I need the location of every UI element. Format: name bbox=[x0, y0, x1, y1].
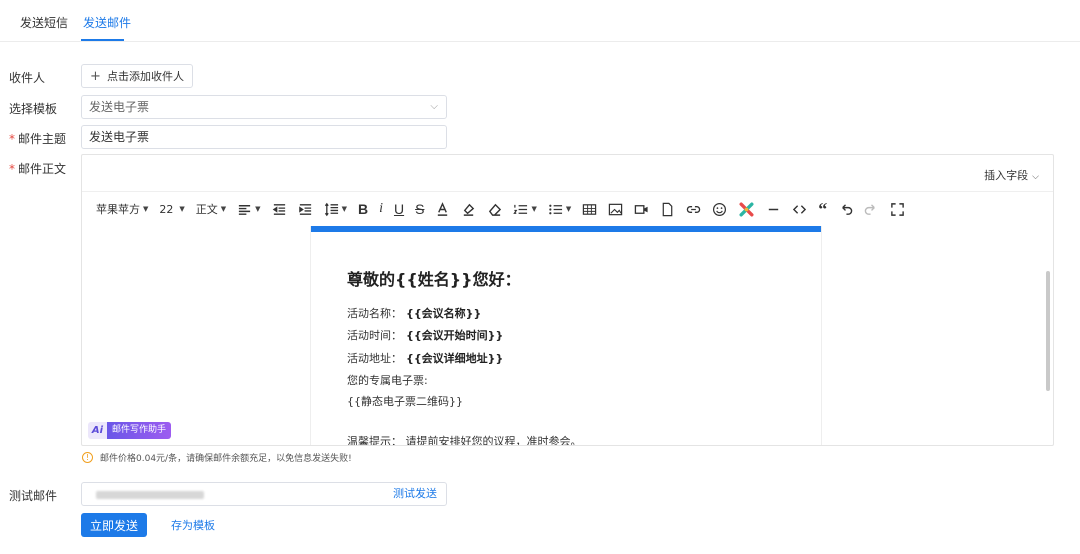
line-height-icon[interactable]: ▼ bbox=[324, 199, 347, 219]
rich-text-editor: 插入字段 ⌵ 苹果苹方 ▼ 22 ▼ 正文 ▼ ▼ ▼ B i U S ▼ ▼ “ 尊敬… bbox=[81, 154, 1054, 446]
email-document[interactable]: 尊敬的{{姓名}}您好： 活动名称： {{会议名称}} 活动时间： {{会议开始时间… bbox=[310, 226, 822, 446]
bullet-list-icon[interactable]: ▼ bbox=[548, 199, 571, 219]
document-header-bar bbox=[311, 226, 821, 232]
fullscreen-icon[interactable] bbox=[890, 199, 905, 219]
underline-icon[interactable]: U bbox=[394, 199, 404, 219]
subject-label: * 邮件主题 bbox=[9, 132, 67, 146]
event-name-row: 活动名称： {{会议名称}} bbox=[347, 307, 482, 320]
chevron-down-icon: ⌵ bbox=[1032, 172, 1039, 182]
eraser-icon[interactable] bbox=[487, 199, 502, 219]
required-mark: * bbox=[9, 162, 15, 176]
ordered-list-icon[interactable]: ▼ bbox=[513, 199, 537, 219]
test-email-label: 测试邮件 bbox=[9, 489, 58, 503]
tab-send-sms[interactable]: 发送短信 bbox=[20, 14, 68, 31]
reminder-text: 温馨提示： 请提前安排好您的议程，准时参会。 bbox=[347, 435, 582, 446]
template-label: 选择模板 bbox=[9, 102, 58, 116]
plugin-icon[interactable] bbox=[738, 199, 755, 219]
required-mark: * bbox=[9, 132, 15, 146]
info-icon: ! bbox=[82, 452, 93, 463]
add-recipient-label: 点击添加收件人 bbox=[106, 70, 184, 83]
editor-toolbar: 苹果苹方 ▼ 22 ▼ 正文 ▼ ▼ ▼ B i U S ▼ ▼ “ bbox=[96, 199, 916, 219]
test-email-input[interactable]: 测试发送 bbox=[81, 482, 447, 506]
subject-input-value: 发送电子票 bbox=[89, 130, 150, 144]
italic-icon[interactable]: i bbox=[379, 199, 383, 219]
chevron-down-icon: ⌵ bbox=[430, 101, 438, 112]
tab-bar: 发送短信 发送邮件 bbox=[0, 0, 1080, 42]
insert-field-dropdown[interactable]: 插入字段 ⌵ bbox=[984, 167, 1039, 183]
file-icon[interactable] bbox=[660, 199, 675, 219]
template-select-value: 发送电子票 bbox=[89, 100, 150, 114]
redacted-email bbox=[96, 491, 204, 499]
send-now-button[interactable]: 立即发送 bbox=[81, 513, 147, 537]
plus-icon: + bbox=[90, 68, 101, 84]
subject-input[interactable]: 发送电子票 bbox=[81, 125, 447, 149]
emoji-icon[interactable] bbox=[712, 199, 727, 219]
link-icon[interactable] bbox=[686, 199, 701, 219]
align-left-icon[interactable]: ▼ bbox=[237, 199, 261, 219]
ai-writing-assistant-button[interactable]: Ai 邮件写作助手 bbox=[88, 422, 172, 439]
price-tip-text: 邮件价格0.04元/条，请确保邮件余额充足，以免信息发送失败! bbox=[100, 454, 352, 464]
font-family-select[interactable]: 苹果苹方 ▼ bbox=[96, 199, 148, 219]
event-address-row: 活动地址： {{会议详细地址}} bbox=[347, 352, 504, 365]
ai-assistant-label: 邮件写作助手 bbox=[107, 422, 172, 439]
redo-icon[interactable] bbox=[864, 199, 879, 219]
editor-divider bbox=[82, 191, 1053, 192]
quote-icon[interactable]: “ bbox=[818, 199, 827, 219]
price-tip: ! 邮件价格0.04元/条，请确保邮件余额充足，以免信息发送失败! bbox=[82, 451, 352, 464]
event-time-row: 活动时间： {{会议开始时间}} bbox=[347, 329, 504, 342]
bold-icon[interactable]: B bbox=[358, 199, 368, 219]
indent-icon[interactable] bbox=[298, 199, 313, 219]
code-icon[interactable] bbox=[792, 199, 807, 219]
add-recipient-button[interactable]: + 点击添加收件人 bbox=[81, 64, 193, 88]
font-color-icon[interactable] bbox=[435, 199, 450, 219]
font-size-select[interactable]: 22 ▼ bbox=[159, 199, 184, 219]
body-label: * 邮件正文 bbox=[9, 162, 67, 176]
strikethrough-icon[interactable]: S bbox=[415, 199, 424, 219]
image-icon[interactable] bbox=[608, 199, 623, 219]
ai-icon: Ai bbox=[88, 422, 107, 439]
ticket-label: 您的专属电子票: bbox=[347, 374, 428, 387]
undo-icon[interactable] bbox=[838, 199, 853, 219]
outdent-icon[interactable] bbox=[272, 199, 287, 219]
video-icon[interactable] bbox=[634, 199, 649, 219]
template-select[interactable]: 发送电子票 ⌵ bbox=[81, 95, 447, 119]
recipients-label: 收件人 bbox=[9, 71, 46, 85]
save-as-template-button[interactable]: 存为模板 bbox=[171, 517, 215, 533]
ticket-qr-placeholder: {{静态电子票二维码}} bbox=[347, 395, 463, 408]
email-heading: 尊敬的{{姓名}}您好： bbox=[347, 270, 521, 289]
highlight-icon[interactable] bbox=[461, 199, 476, 219]
paragraph-select[interactable]: 正文 ▼ bbox=[196, 199, 226, 219]
tab-send-email[interactable]: 发送邮件 bbox=[83, 14, 131, 31]
table-icon[interactable] bbox=[582, 199, 597, 219]
active-tab-indicator bbox=[81, 39, 124, 41]
test-send-button[interactable]: 测试发送 bbox=[393, 483, 437, 505]
horizontal-rule-icon[interactable] bbox=[766, 199, 781, 219]
editor-scrollbar[interactable] bbox=[1046, 271, 1050, 391]
